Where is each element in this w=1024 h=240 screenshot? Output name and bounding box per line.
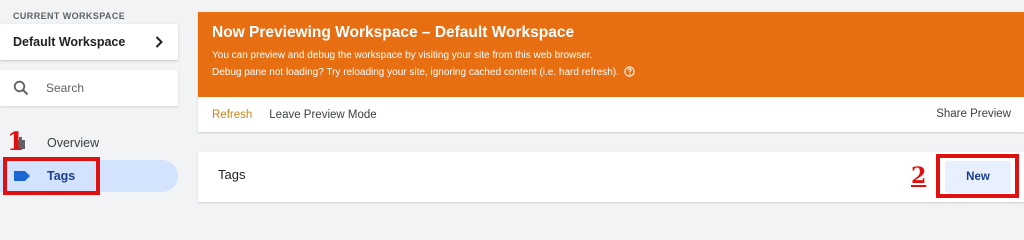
- refresh-button[interactable]: Refresh: [212, 109, 252, 121]
- workspace-name: Default Workspace: [13, 35, 126, 49]
- preview-help-text: Debug pane not loading? Try reloading yo…: [212, 67, 619, 78]
- preview-help-line: Debug pane not loading? Try reloading yo…: [212, 66, 1024, 78]
- preview-banner-header: Now Previewing Workspace – Default Works…: [198, 12, 1024, 97]
- current-workspace-label: CURRENT WORKSPACE: [13, 11, 126, 21]
- annotation-step-1: 1: [7, 127, 25, 156]
- leave-preview-button[interactable]: Leave Preview Mode: [269, 109, 376, 121]
- sidebar-item-tags[interactable]: Tags: [0, 160, 178, 192]
- preview-title: Now Previewing Workspace – Default Works…: [212, 24, 575, 41]
- help-circle-icon[interactable]: [624, 66, 635, 77]
- sidebar-item-label: Tags: [47, 169, 76, 183]
- tags-panel: Tags New: [198, 152, 1024, 202]
- preview-actions-bar: Refresh Leave Preview Mode Share Preview: [198, 97, 1024, 132]
- annotation-step-2: 2: [911, 163, 927, 189]
- share-preview-button[interactable]: Share Preview: [936, 108, 1011, 120]
- chevron-right-icon: [154, 36, 164, 48]
- tag-icon: [13, 169, 33, 183]
- preview-description: You can preview and debug the workspace …: [212, 50, 593, 61]
- workspace-selector[interactable]: Default Workspace: [0, 24, 178, 60]
- sidebar: CURRENT WORKSPACE Default Workspace Sear…: [0, 0, 190, 202]
- new-tag-button[interactable]: New: [945, 161, 1011, 193]
- tags-panel-title: Tags: [218, 167, 246, 182]
- preview-mode-banner: Now Previewing Workspace – Default Works…: [198, 12, 1024, 132]
- gtm-workspace-page: CURRENT WORKSPACE Default Workspace Sear…: [0, 0, 1024, 202]
- search-icon: [13, 80, 29, 96]
- search-placeholder: Search: [46, 81, 85, 95]
- sidebar-item-label: Overview: [47, 136, 100, 150]
- search-input[interactable]: Search: [0, 70, 178, 106]
- sidebar-item-overview[interactable]: Overview: [0, 127, 178, 159]
